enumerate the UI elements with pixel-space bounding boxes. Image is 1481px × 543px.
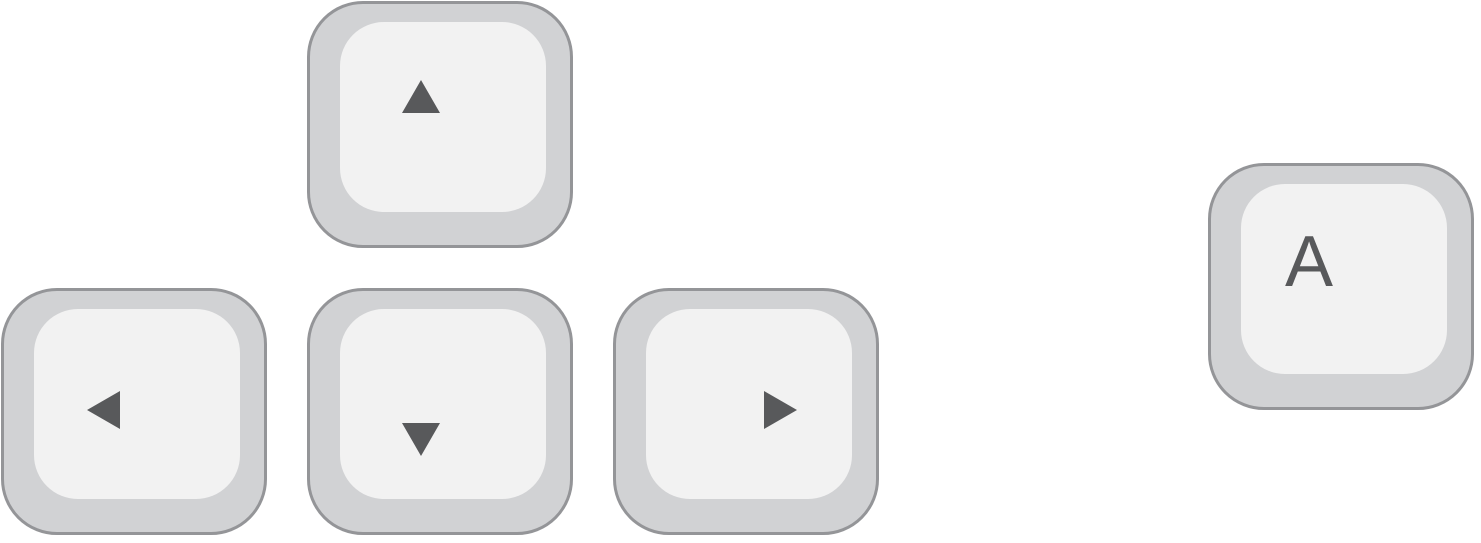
right-arrow-keycap — [646, 309, 852, 499]
arrow-right-icon — [764, 391, 797, 429]
up-arrow-key[interactable] — [307, 1, 573, 248]
down-arrow-keycap — [340, 309, 546, 499]
a-key[interactable]: A — [1208, 163, 1474, 410]
arrow-down-icon — [402, 423, 440, 456]
up-arrow-keycap — [340, 22, 546, 212]
left-arrow-keycap — [34, 309, 240, 499]
down-arrow-key[interactable] — [307, 288, 573, 535]
a-keycap: A — [1241, 184, 1447, 374]
a-key-label: A — [1285, 222, 1334, 302]
right-arrow-key[interactable] — [613, 288, 879, 535]
arrow-up-icon — [402, 80, 440, 113]
left-arrow-key[interactable] — [1, 288, 267, 535]
arrow-left-icon — [87, 391, 120, 429]
